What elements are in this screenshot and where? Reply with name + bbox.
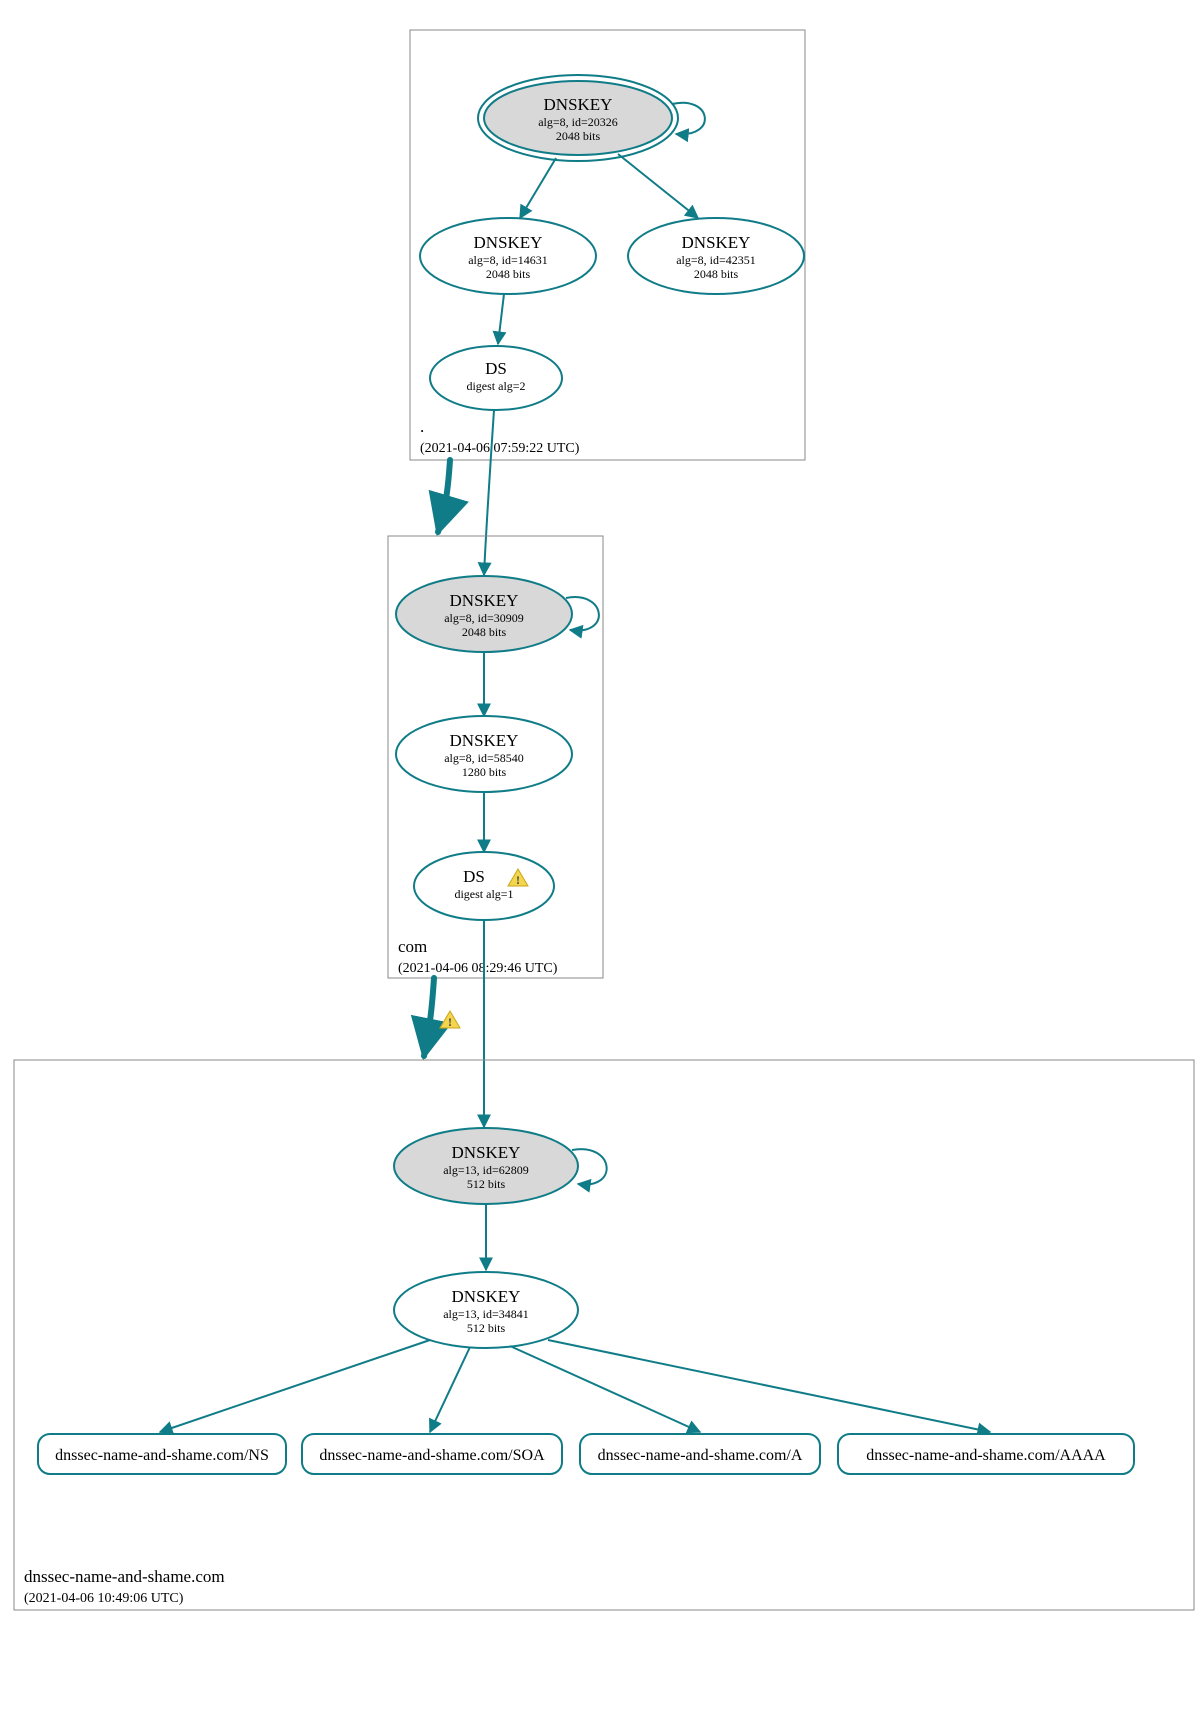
node-leaf-zsk: DNSKEY alg=13, id=34841 512 bits xyxy=(394,1272,578,1348)
svg-text:alg=8, id=14631: alg=8, id=14631 xyxy=(468,253,548,267)
self-sign-root-ksk xyxy=(672,103,705,135)
edge-leaf-zsk-to-a xyxy=(510,1346,700,1432)
zone-timestamp-leaf: (2021-04-06 10:49:06 UTC) xyxy=(24,1591,184,1606)
svg-text:DNSKEY: DNSKEY xyxy=(450,731,519,750)
svg-text:dnssec-name-and-shame.com/A: dnssec-name-and-shame.com/A xyxy=(598,1447,803,1464)
edge-root-ds-to-com-ksk xyxy=(484,410,494,575)
svg-text:dnssec-name-and-shame.com/AAAA: dnssec-name-and-shame.com/AAAA xyxy=(866,1447,1106,1464)
svg-text:2048 bits: 2048 bits xyxy=(694,267,739,281)
svg-text:alg=8, id=58540: alg=8, id=58540 xyxy=(444,751,524,765)
node-com-zsk: DNSKEY alg=8, id=58540 1280 bits xyxy=(396,716,572,792)
edge-root-ksk-to-zsk2 xyxy=(618,154,698,218)
svg-text:digest alg=1: digest alg=1 xyxy=(454,887,513,901)
zone-name-com: com xyxy=(398,937,427,956)
svg-text:DS: DS xyxy=(485,359,507,378)
svg-text:DNSKEY: DNSKEY xyxy=(544,95,613,114)
zone-box-leaf xyxy=(14,1060,1194,1610)
edge-leaf-zsk-to-soa xyxy=(430,1347,470,1432)
zone-timestamp-root: (2021-04-06 07:59:22 UTC) xyxy=(420,441,580,456)
zone-timestamp-com: (2021-04-06 08:29:46 UTC) xyxy=(398,961,558,976)
warning-icon xyxy=(440,1011,460,1029)
svg-text:DNSKEY: DNSKEY xyxy=(452,1287,521,1306)
node-root-ksk: DNSKEY alg=8, id=20326 2048 bits xyxy=(478,75,678,161)
rrset-ns: dnssec-name-and-shame.com/NS xyxy=(38,1434,286,1474)
node-com-ds: DS digest alg=1 xyxy=(414,852,554,920)
edge-root-ksk-to-zsk1 xyxy=(520,158,556,218)
rrset-soa: dnssec-name-and-shame.com/SOA xyxy=(302,1434,562,1474)
rrset-a: dnssec-name-and-shame.com/A xyxy=(580,1434,820,1474)
svg-text:512 bits: 512 bits xyxy=(467,1177,506,1191)
svg-text:DNSKEY: DNSKEY xyxy=(450,591,519,610)
svg-text:alg=13, id=62809: alg=13, id=62809 xyxy=(443,1163,529,1177)
svg-text:DS: DS xyxy=(463,867,485,886)
svg-text:2048 bits: 2048 bits xyxy=(556,129,601,143)
svg-text:alg=8, id=20326: alg=8, id=20326 xyxy=(538,115,618,129)
zone-name-root: . xyxy=(420,417,424,436)
zone-name-leaf: dnssec-name-and-shame.com xyxy=(24,1567,225,1586)
node-leaf-ksk: DNSKEY alg=13, id=62809 512 bits xyxy=(394,1128,578,1204)
edge-root-zsk1-to-ds xyxy=(498,294,504,344)
svg-text:512 bits: 512 bits xyxy=(467,1321,506,1335)
svg-text:alg=8, id=42351: alg=8, id=42351 xyxy=(676,253,756,267)
node-com-ksk: DNSKEY alg=8, id=30909 2048 bits xyxy=(396,576,572,652)
dnssec-chain-diagram: ! . (2021-04-06 07:59:22 UTC) DNSKEY alg… xyxy=(0,0,1203,1711)
svg-text:dnssec-name-and-shame.com/NS: dnssec-name-and-shame.com/NS xyxy=(55,1447,269,1464)
node-root-zsk2: DNSKEY alg=8, id=42351 2048 bits xyxy=(628,218,804,294)
node-root-ds: DS digest alg=2 xyxy=(430,346,562,410)
svg-text:alg=13, id=34841: alg=13, id=34841 xyxy=(443,1307,529,1321)
svg-text:DNSKEY: DNSKEY xyxy=(452,1143,521,1162)
svg-text:digest alg=2: digest alg=2 xyxy=(466,379,525,393)
svg-text:DNSKEY: DNSKEY xyxy=(474,233,543,252)
svg-text:alg=8, id=30909: alg=8, id=30909 xyxy=(444,611,524,625)
node-root-zsk1: DNSKEY alg=8, id=14631 2048 bits xyxy=(420,218,596,294)
svg-text:1280 bits: 1280 bits xyxy=(462,765,507,779)
svg-text:dnssec-name-and-shame.com/SOA: dnssec-name-and-shame.com/SOA xyxy=(319,1447,545,1464)
edge-leaf-zsk-to-ns xyxy=(160,1340,430,1432)
delegation-com-to-leaf xyxy=(424,978,434,1056)
svg-text:2048 bits: 2048 bits xyxy=(486,267,531,281)
svg-text:DNSKEY: DNSKEY xyxy=(682,233,751,252)
svg-text:2048 bits: 2048 bits xyxy=(462,625,507,639)
delegation-root-to-com xyxy=(438,460,450,532)
edge-leaf-zsk-to-aaaa xyxy=(548,1340,990,1432)
rrset-aaaa: dnssec-name-and-shame.com/AAAA xyxy=(838,1434,1134,1474)
